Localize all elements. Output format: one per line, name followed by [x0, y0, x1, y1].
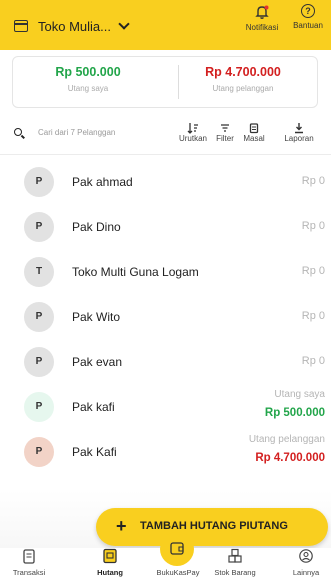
- filter-button[interactable]: Filter: [212, 122, 238, 143]
- customer-name: Pak Kafi: [72, 445, 117, 459]
- nav-label: Stok Barang: [214, 568, 256, 577]
- list-toolbar: Urutkan Filter Masal Laporan: [0, 118, 331, 154]
- customer-amount: Rp 4.700.000: [255, 452, 325, 464]
- nav-transaksi[interactable]: Transaksi: [6, 548, 52, 577]
- avatar: T: [24, 257, 54, 287]
- report-label: Laporan: [284, 134, 314, 143]
- help-label: Bantuan: [293, 21, 323, 30]
- customer-debt-label: Utang pelanggan: [212, 84, 274, 93]
- more-icon: [282, 548, 330, 568]
- customer-name: Pak Wito: [72, 310, 121, 324]
- nav-label: Transaksi: [12, 568, 46, 577]
- customer-amount: Rp 0: [301, 355, 325, 367]
- boxes-icon: [200, 548, 270, 568]
- list-item[interactable]: P Pak ahmad Rp 0: [0, 160, 331, 205]
- list-item[interactable]: P Pak Dino Rp 0: [0, 205, 331, 250]
- sort-label: Urutkan: [178, 134, 207, 143]
- help-icon: ?: [301, 4, 315, 18]
- wallet-icon[interactable]: [160, 532, 194, 566]
- customer-debt-amount: Rp 4.700.000: [205, 65, 281, 79]
- avatar: P: [24, 347, 54, 377]
- nav-stok-barang[interactable]: Stok Barang: [200, 548, 270, 577]
- debt-type-label: Utang saya: [274, 389, 325, 400]
- debt-type-label: Utang pelanggan: [248, 434, 325, 445]
- debt-summary-card: Rp 500.000 Utang saya Rp 4.700.000 Utang…: [12, 56, 318, 108]
- list-item[interactable]: P Pak evan Rp 0: [0, 340, 331, 385]
- customer-name: Pak evan: [72, 355, 123, 369]
- bell-icon: [238, 4, 286, 20]
- list-item[interactable]: P Pak Wito Rp 0: [0, 295, 331, 340]
- customer-name: Pak ahmad: [72, 175, 133, 189]
- bulk-icon: [238, 122, 270, 134]
- customer-name: Pak kafi: [72, 400, 115, 414]
- nav-lainnya[interactable]: Lainnya: [282, 548, 330, 577]
- filter-icon: [212, 122, 238, 134]
- avatar: P: [24, 392, 54, 422]
- customer-amount: Rp 0: [301, 310, 325, 322]
- customer-name: Pak Dino: [72, 220, 121, 234]
- debt-book-icon: [82, 548, 138, 568]
- app-header: Toko Mulia... Notifikasi ? Bantuan: [0, 0, 331, 50]
- sort-icon: [176, 122, 210, 134]
- list-item[interactable]: P Pak Kafi Utang pelanggan Rp 4.700.000: [0, 430, 331, 475]
- filter-label: Filter: [216, 134, 234, 143]
- avatar: P: [24, 212, 54, 242]
- avatar: P: [24, 302, 54, 332]
- store-name[interactable]: Toko Mulia...: [38, 19, 111, 34]
- store-icon: [14, 20, 28, 32]
- bulk-button[interactable]: Masal: [238, 122, 270, 143]
- customer-amount: Rp 0: [301, 265, 325, 277]
- customer-amount: Rp 0: [301, 220, 325, 232]
- sort-button[interactable]: Urutkan: [176, 122, 210, 143]
- search-icon: [14, 128, 22, 136]
- nav-hutang[interactable]: Hutang: [82, 548, 138, 577]
- search-input[interactable]: [38, 128, 178, 137]
- avatar: P: [24, 167, 54, 197]
- nav-label: BukuKasPay: [156, 568, 200, 577]
- customer-debt-summary[interactable]: Rp 4.700.000 Utang pelanggan: [168, 65, 318, 93]
- list-item[interactable]: P Pak kafi Utang saya Rp 500.000: [0, 385, 331, 430]
- add-debt-button[interactable]: + TAMBAH HUTANG PIUTANG: [96, 508, 328, 546]
- receipt-icon: [6, 548, 52, 568]
- chevron-down-icon[interactable]: [118, 18, 130, 30]
- toolbar-divider: [0, 154, 331, 155]
- my-debt-label: Utang saya: [67, 84, 109, 93]
- report-button[interactable]: Laporan: [276, 122, 322, 143]
- download-icon: [276, 122, 322, 134]
- customer-name: Toko Multi Guna Logam: [72, 265, 199, 279]
- notification-button[interactable]: Notifikasi: [238, 4, 286, 32]
- bulk-label: Masal: [243, 134, 265, 143]
- my-debt-summary[interactable]: Rp 500.000 Utang saya: [13, 65, 163, 93]
- list-item[interactable]: T Toko Multi Guna Logam Rp 0: [0, 250, 331, 295]
- nav-label: Lainnya: [292, 568, 320, 577]
- plus-icon: +: [116, 516, 127, 536]
- add-debt-label: TAMBAH HUTANG PIUTANG: [140, 520, 288, 532]
- avatar: P: [24, 437, 54, 467]
- notification-label: Notifikasi: [245, 23, 279, 32]
- nav-label: Hutang: [97, 568, 123, 577]
- help-button[interactable]: ? Bantuan: [286, 4, 330, 30]
- customer-amount: Rp 0: [301, 175, 325, 187]
- customer-amount: Rp 500.000: [264, 407, 325, 419]
- my-debt-amount: Rp 500.000: [55, 65, 121, 79]
